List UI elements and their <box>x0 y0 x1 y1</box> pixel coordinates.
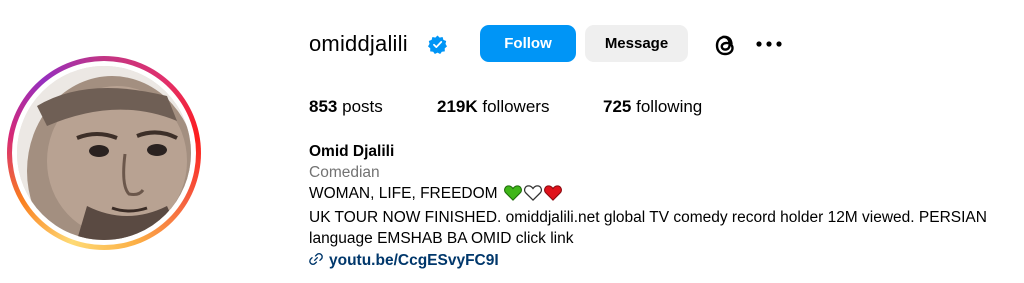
profile-username: omiddjalili <box>309 31 408 56</box>
red-heart-icon <box>543 185 562 201</box>
link-icon <box>309 253 323 265</box>
heart-emojis <box>503 185 564 207</box>
followers-label: followers <box>482 97 550 116</box>
more-options-icon[interactable] <box>755 38 783 50</box>
posts-count: 853 <box>309 97 338 116</box>
bio-link-text[interactable]: youtu.be/CcgESvyFC9I <box>329 252 499 269</box>
follow-button[interactable]: Follow <box>480 25 576 62</box>
profile-category: Comedian <box>309 164 380 181</box>
avatar-border <box>12 61 196 245</box>
following-label: following <box>636 97 703 116</box>
followers-count: 219K <box>437 97 478 116</box>
avatar[interactable] <box>17 66 191 240</box>
bio-description: UK TOUR NOW FINISHED. omiddjalili.net gl… <box>309 209 987 247</box>
message-button[interactable]: Message <box>585 25 688 62</box>
green-heart-icon <box>503 185 522 201</box>
profile-avatar-ring[interactable] <box>7 56 201 250</box>
bio-slogan: WOMAN, LIFE, FREEDOM <box>309 185 498 202</box>
white-heart-icon <box>523 185 542 201</box>
avatar-photo <box>17 66 191 240</box>
posts-label: posts <box>342 97 383 116</box>
followers-stat[interactable]: 219K followers <box>437 96 549 118</box>
threads-icon[interactable] <box>711 30 739 60</box>
profile-bio: Omid Djalili Comedian WOMAN, LIFE, FREED… <box>309 141 1019 271</box>
following-count: 725 <box>603 97 632 116</box>
profile-full-name: Omid Djalili <box>309 143 395 160</box>
bio-line-1: WOMAN, LIFE, FREEDOM <box>309 183 1019 207</box>
verified-badge-icon <box>428 35 447 54</box>
bio-link[interactable]: youtu.be/CcgESvyFC9I <box>309 250 1019 271</box>
posts-stat: 853 posts <box>309 96 383 118</box>
following-stat[interactable]: 725 following <box>603 96 702 118</box>
